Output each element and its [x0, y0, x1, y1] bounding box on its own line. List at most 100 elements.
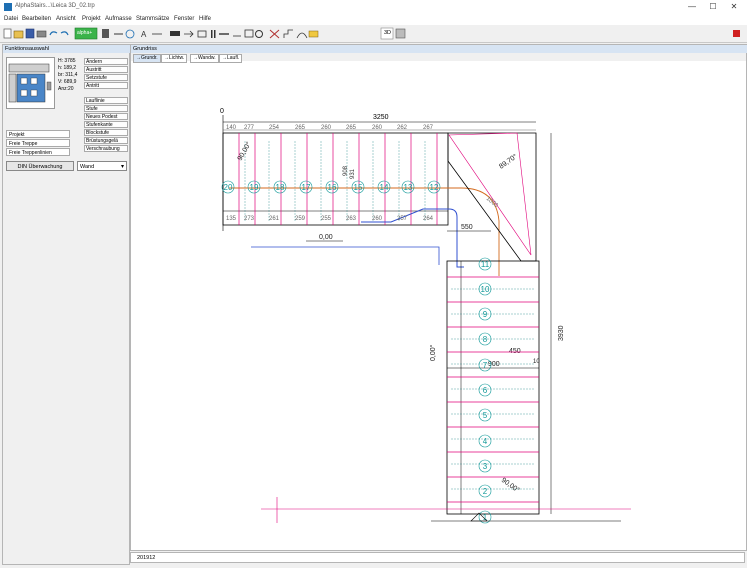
stat-riser: h: 189,2: [58, 65, 77, 71]
stat-height: H: 3785: [58, 58, 76, 64]
freie-treppe-item[interactable]: Freie Treppe: [6, 139, 70, 147]
menu-bar: Datei Bearbeiten Ansicht Projekt Aufmass…: [0, 14, 747, 25]
stair-profile-icon[interactable]: [283, 29, 293, 38]
render-icon[interactable]: [395, 28, 406, 39]
bottom-width-label: 273: [244, 216, 255, 222]
move-icon[interactable]: [125, 29, 135, 39]
step-number: 14: [380, 183, 389, 192]
app-icon: [4, 3, 12, 11]
bottom-width-label: 257: [397, 216, 408, 222]
dim-550-label: 550: [461, 224, 473, 231]
menu-projekt[interactable]: Projekt: [82, 16, 101, 22]
rect-tool-icon[interactable]: [197, 30, 207, 38]
bruestungsgelaender-button[interactable]: Brüstungsgelä: [84, 137, 128, 144]
menu-hilfe[interactable]: Hilfe: [199, 16, 211, 22]
top-width-label: 260: [372, 125, 383, 131]
bottom-width-label: 255: [321, 216, 332, 222]
stair-drawing[interactable]: 0 3250 140 277 254 265 260 265 260 262 2…: [131, 61, 746, 549]
step-number: 19: [250, 183, 259, 192]
step-number: 13: [404, 183, 413, 192]
chevron-down-icon: ▾: [120, 164, 124, 170]
title-bar: AlphaStairs...\Leica 3D_02.trp — ☐ ✕: [0, 0, 747, 14]
undo-icon[interactable]: [49, 31, 58, 36]
curve-tool-icon[interactable]: [296, 32, 308, 39]
verschraubung-button[interactable]: Verschraubung: [84, 145, 128, 152]
gear-icon[interactable]: [255, 30, 263, 38]
top-width-label: 265: [295, 125, 306, 131]
step-number: 12: [430, 183, 439, 192]
dim-1000-label: 1000: [485, 196, 500, 210]
top-width-label: 277: [244, 125, 255, 131]
neues-podest-button[interactable]: Neues Podest: [84, 113, 128, 120]
image-icon[interactable]: [308, 30, 319, 38]
top-width-label: 260: [321, 125, 332, 131]
window-title: AlphaStairs...\Leica 3D_02.trp: [15, 3, 95, 9]
menu-fenster[interactable]: Fenster: [174, 16, 194, 22]
antritt-button[interactable]: Antritt: [84, 82, 128, 89]
origin-label: 0: [220, 108, 224, 115]
dim-900-label: 900: [488, 361, 500, 368]
print-icon[interactable]: [36, 30, 47, 38]
pause-icon[interactable]: [211, 30, 216, 38]
arrow-tool-icon[interactable]: [184, 30, 194, 38]
din-monitoring-button[interactable]: DIN Überwachung: [6, 161, 74, 171]
bottom-width-label: 260: [372, 216, 383, 222]
bottom-width-label: 264: [423, 216, 434, 222]
top-width-label: 265: [346, 125, 357, 131]
stat-volume: V: 689,9: [58, 79, 77, 85]
tools-icon[interactable]: [269, 29, 280, 39]
setzstufe-button[interactable]: Setzstufe: [84, 74, 128, 81]
stair-tool-icon[interactable]: [170, 31, 180, 36]
bottom-width-label: 263: [346, 216, 357, 222]
menu-stammsaetze[interactable]: Stammsätze: [136, 16, 169, 22]
bottom-width-label: 135: [226, 216, 237, 222]
top-width-label: 254: [269, 125, 280, 131]
wall-select[interactable]: Wand ▾: [77, 161, 127, 171]
freie-treppenlinien-item[interactable]: Freie Treppenlinien: [6, 148, 70, 156]
text-tool-icon[interactable]: A: [141, 30, 147, 39]
maximize-button[interactable]: ☐: [703, 1, 723, 13]
menu-aufmasse[interactable]: Aufmasse: [105, 16, 132, 22]
lauflinie-button[interactable]: Lauflinie: [84, 97, 128, 104]
close-button[interactable]: ✕: [724, 1, 744, 13]
blockstufe-button[interactable]: Blockstufe: [84, 129, 128, 136]
step-number: 20: [224, 183, 233, 192]
project-item[interactable]: Projekt: [6, 130, 70, 138]
new-file-icon[interactable]: [3, 28, 12, 39]
menu-bearbeiten[interactable]: Bearbeiten: [22, 16, 51, 22]
bottom-width-label: 261: [269, 216, 280, 222]
redo-icon[interactable]: [60, 31, 69, 36]
view-tabs: →Grundr. →Lichtw. →Wandw. →Laufl.: [131, 53, 746, 63]
exit-icon[interactable]: [733, 30, 740, 37]
alpha-plus-label: alpha+: [77, 30, 93, 36]
shape-icon[interactable]: [244, 29, 254, 38]
function-panel: Funktionsauswahl H: 3785 h: 189,2 br: 31…: [2, 44, 131, 565]
open-folder-icon[interactable]: [13, 30, 24, 39]
step-number: 7: [483, 361, 488, 370]
step-number: 5: [483, 411, 488, 420]
top-width-label: 267: [423, 125, 434, 131]
step-number: 8: [483, 335, 488, 344]
bottom-width-label: 259: [295, 216, 306, 222]
function-panel-title: Funktionsauswahl: [3, 45, 131, 53]
step-number: 2: [483, 487, 488, 496]
stufe-button[interactable]: Stufe: [84, 105, 128, 112]
save-icon[interactable]: [25, 28, 35, 39]
step-number: 4: [483, 437, 488, 446]
stufenkante-button[interactable]: Stufenkante: [84, 121, 128, 128]
svg-text:A: A: [141, 30, 147, 39]
calculator-icon[interactable]: [102, 29, 109, 38]
menu-datei[interactable]: Datei: [4, 16, 18, 22]
austritt-button[interactable]: Austritt: [84, 66, 128, 73]
step-number: 11: [481, 260, 490, 269]
zero-dim-label: 0,00: [319, 234, 333, 241]
floor-plan-panel: Grundriss →Grundr. →Lichtw. →Wandw. →Lau…: [130, 44, 747, 551]
toolbar: A alpha+ 3D: [0, 25, 747, 43]
top-width-label: 262: [397, 125, 408, 131]
aendern-button[interactable]: Ändern: [84, 58, 128, 65]
menu-ansicht[interactable]: Ansicht: [56, 16, 76, 22]
step-number: 18: [276, 183, 285, 192]
minimize-button[interactable]: —: [682, 1, 702, 13]
step-number: 16: [328, 183, 337, 192]
floor-plan-title: Grundriss: [131, 45, 747, 53]
